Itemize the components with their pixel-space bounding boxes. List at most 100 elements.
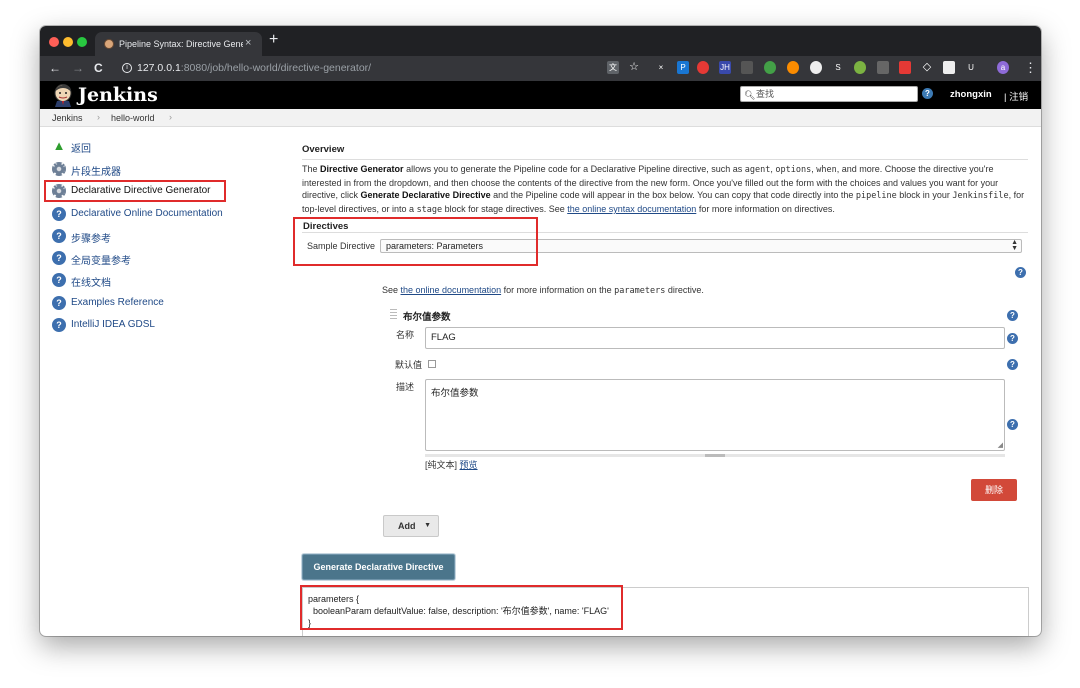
help-icon: ? — [52, 229, 66, 243]
browser-tab[interactable]: Pipeline Syntax: Directive Generator × — [95, 32, 262, 56]
overview-code: stage — [416, 204, 443, 215]
url-host: 127.0.0.1 — [137, 62, 181, 74]
sidebar-item-label: 全局变量参考 — [71, 256, 131, 267]
reload-button[interactable]: C — [94, 61, 103, 75]
description-field[interactable]: 布尔值参数 ◢ — [425, 379, 1005, 451]
new-tab-button[interactable]: + — [269, 32, 278, 48]
overview-text-part: for more information on directives. — [696, 203, 835, 214]
extension-window-icon[interactable] — [943, 61, 955, 74]
delete-button[interactable]: 删除 — [971, 479, 1017, 501]
format-options: [纯文本] 预览 — [425, 458, 478, 471]
tab-title: Pipeline Syntax: Directive Generator — [119, 39, 243, 49]
overview-description: The Directive Generator allows you to ge… — [302, 163, 1026, 216]
overview-code: options — [775, 165, 812, 175]
bookmark-star-icon[interactable]: ☆ — [628, 61, 640, 74]
overview-code: agent — [744, 165, 771, 175]
close-window-button[interactable] — [49, 37, 59, 47]
overview-code: when — [816, 165, 837, 175]
sidebar-highlight-frame — [44, 180, 226, 202]
name-help-icon[interactable]: ? — [1007, 333, 1018, 344]
jenkins-header: Jenkins 🔍︎ 查找 ? zhongxin | 注销 — [40, 81, 1041, 109]
extension-shield-icon[interactable]: U — [965, 61, 977, 74]
description-help-icon[interactable]: ? — [1007, 419, 1018, 430]
output-highlight-frame — [300, 585, 623, 630]
sidebar-item-label: 在线文档 — [71, 278, 111, 289]
generate-directive-button[interactable]: Generate Declarative Directive — [302, 554, 455, 580]
see-docs-part: for more information on the — [501, 285, 615, 295]
syntax-docs-link[interactable]: the online syntax documentation — [567, 204, 696, 214]
jenkins-favicon-icon — [104, 39, 114, 49]
see-docs-text: See the online documentation for more in… — [382, 285, 704, 296]
extension-orange-icon[interactable] — [787, 61, 799, 74]
overview-text-part: block in your — [896, 190, 953, 201]
description-value: 布尔值参数 — [431, 388, 479, 399]
browser-toolbar: ← → C i 127.0.0.1:8080/job/hello-world/d… — [40, 56, 1041, 81]
minimize-window-button[interactable] — [63, 37, 73, 47]
extension-red-square-icon[interactable] — [899, 61, 911, 74]
add-button[interactable]: Add ▼ — [383, 515, 439, 537]
overview-text-part: The — [302, 164, 321, 174]
user-link[interactable]: zhongxin — [950, 89, 992, 100]
overview-text-bold: Directive Generator — [320, 164, 404, 174]
search-placeholder: 查找 — [756, 89, 775, 99]
extension-p-icon[interactable]: P — [677, 61, 689, 74]
textarea-resize-bar[interactable] — [425, 454, 1005, 457]
default-value-label: 默认值 — [395, 360, 423, 370]
overview-code: Jenkinsfile — [952, 191, 1009, 202]
logout-link[interactable]: | 注销 — [1004, 89, 1028, 103]
extension-diamond-icon[interactable]: ◇ — [921, 61, 933, 74]
add-button-label: Add — [398, 521, 416, 531]
forward-button[interactable]: → — [72, 61, 84, 75]
extension-s-icon[interactable]: S — [832, 61, 844, 74]
sidebar-item-label: Examples Reference — [71, 297, 164, 308]
extension-jh-icon[interactable]: JH — [719, 61, 731, 74]
overview-text-part: allows you to generate the Pipeline code… — [403, 164, 745, 174]
sidebar-item-label: 返回 — [71, 144, 91, 155]
directive-help-icon[interactable]: ? — [1015, 267, 1026, 278]
jenkins-butler-logo-icon[interactable] — [52, 84, 74, 107]
extension-x-icon[interactable]: × — [655, 61, 667, 74]
breadcrumb-separator-icon[interactable]: › — [169, 112, 172, 122]
breadcrumb-separator-icon[interactable]: › — [97, 112, 100, 122]
extension-white-icon[interactable] — [810, 61, 822, 74]
default-value-checkbox[interactable] — [428, 360, 436, 368]
extension-red-icon[interactable] — [697, 61, 709, 74]
search-icon: 🔍︎ — [744, 90, 756, 100]
online-docs-link[interactable]: the online documentation — [401, 285, 502, 295]
name-field[interactable]: FLAG — [425, 327, 1005, 349]
search-help-icon[interactable]: ? — [922, 88, 933, 99]
address-bar[interactable]: 127.0.0.1:8080/job/hello-world/directive… — [137, 62, 371, 74]
parameter-title: 布尔值参数 — [403, 312, 451, 323]
breadcrumb-hello-world[interactable]: hello-world — [111, 113, 155, 123]
gear-icon — [52, 162, 66, 176]
sidebar-item-label: Declarative Online Documentation — [71, 208, 223, 219]
directives-highlight-frame — [293, 217, 538, 266]
parameter-help-icon[interactable]: ? — [1007, 310, 1018, 321]
resize-grip-icon[interactable]: ◢ — [998, 442, 1003, 449]
site-info-icon[interactable]: i — [122, 63, 132, 73]
see-docs-part: directive. — [665, 285, 704, 295]
url-path: :8080/job/hello-world/directive-generato… — [180, 62, 372, 74]
drag-handle-icon[interactable] — [390, 309, 397, 319]
translate-icon[interactable]: 文 — [607, 61, 619, 74]
profile-avatar-icon[interactable]: a — [997, 61, 1009, 74]
extension-green-icon[interactable] — [764, 61, 776, 74]
default-value-help-icon[interactable]: ? — [1007, 359, 1018, 370]
jenkins-logo-text[interactable]: Jenkins — [78, 83, 158, 107]
maximize-window-button[interactable] — [77, 37, 87, 47]
overview-text-bold: Generate Declarative Directive — [360, 190, 491, 201]
extension-screen-icon[interactable] — [877, 61, 889, 74]
breadcrumb-jenkins[interactable]: Jenkins — [52, 113, 83, 123]
help-icon: ? — [52, 296, 66, 310]
search-input[interactable]: 🔍︎ 查找 — [740, 86, 918, 102]
resize-nub[interactable] — [705, 454, 725, 457]
browser-menu-icon[interactable]: ⋮ — [1024, 60, 1037, 76]
extension-leaf-icon[interactable] — [854, 61, 866, 74]
tab-close-icon[interactable]: × — [245, 37, 251, 49]
tab-bar: Pipeline Syntax: Directive Generator × + — [40, 26, 1041, 56]
back-button[interactable]: ← — [49, 61, 61, 75]
sidebar-item-label: IntelliJ IDEA GDSL — [71, 319, 155, 330]
preview-link[interactable]: 预览 — [460, 460, 478, 470]
divider — [302, 159, 1028, 160]
extension-gray-icon[interactable] — [741, 61, 753, 74]
